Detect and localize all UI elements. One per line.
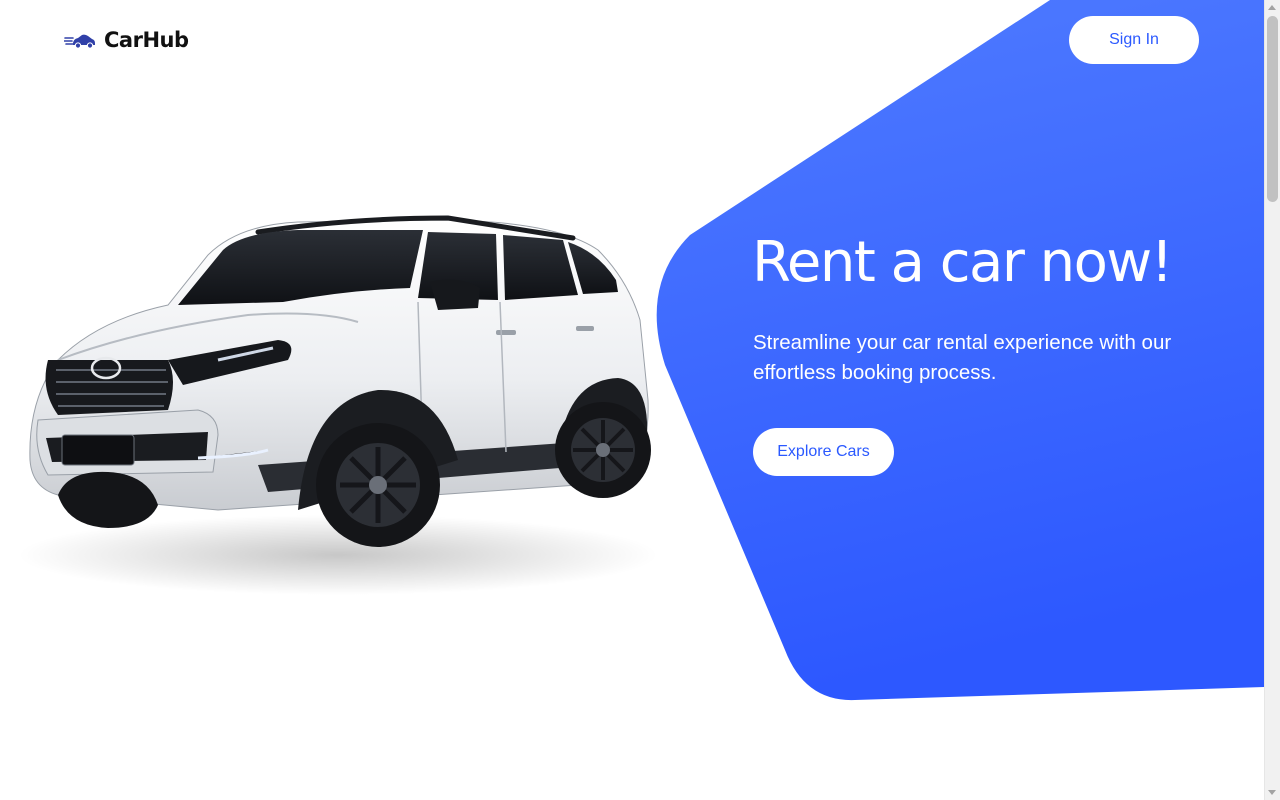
scroll-down-icon[interactable] [1268, 790, 1276, 795]
suv-car-image [18, 215, 658, 595]
hero-subtitle: Streamline your car rental experience wi… [753, 331, 1172, 384]
scroll-thumb[interactable] [1267, 16, 1278, 202]
vertical-scrollbar[interactable] [1264, 0, 1280, 800]
explore-cars-button[interactable]: Explore Cars [753, 428, 894, 476]
sign-in-button[interactable]: Sign In [1069, 16, 1199, 64]
car-logo-icon [64, 34, 95, 49]
landing-page: CarHub Sign In Rent a car now! Streamlin… [0, 0, 1264, 800]
brand-name: CarHub [104, 28, 189, 52]
brand-logo[interactable]: CarHub [64, 26, 189, 54]
hero-title: Rent a car now! [752, 230, 1173, 295]
scroll-up-icon[interactable] [1268, 5, 1276, 10]
